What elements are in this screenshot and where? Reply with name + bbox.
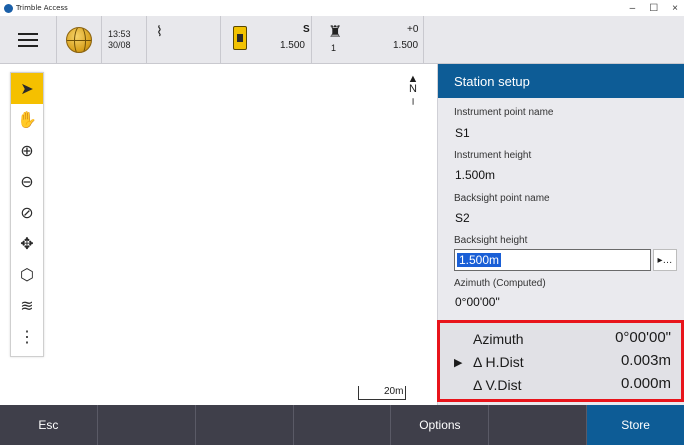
store-button[interactable]: Store [587,405,684,445]
power-status[interactable]: ⌇ [147,16,221,63]
backsight-height-selected-text: 1.500m [457,253,502,267]
more-vertical-icon: ⋮ [19,328,35,346]
map-toolbar: ➤ ✋ ⊕ ⊖ ⊘ ✥ ⬡ ≋ ⋮ [10,72,44,357]
instrument-height-value[interactable]: 1.500m [455,168,495,182]
instrument-height-label: Instrument height [454,150,532,161]
cube-icon: ⬡ [20,266,34,284]
layers-tool[interactable]: ≋ [11,290,43,321]
backsight-height-options-button[interactable]: ▸… [653,249,677,271]
app-icon [4,3,13,13]
options-button[interactable]: Options [391,405,490,445]
softkey-empty-3[interactable] [294,405,392,445]
instrument-status[interactable]: S 1.500 [221,16,312,63]
map-view[interactable] [0,64,437,405]
measurement-readout: Azimuth 0°00'00" ▶ Δ H.Dist 0.003m Δ V.D… [437,320,684,402]
window-controls: – ☐ × [630,0,678,16]
instrument-point-value[interactable]: S1 [455,126,470,140]
time-text: 13:53 [108,28,131,39]
backsight-point-label: Backsight point name [454,193,550,204]
softkey-empty-1[interactable] [98,405,196,445]
hamburger-icon [18,32,38,47]
panel-title: Station setup [438,64,684,98]
softkey-bar: Esc Options Store [0,405,684,445]
hdist-row[interactable]: ▶ Δ H.Dist 0.003m [440,352,681,374]
date-text: 30/08 [108,39,131,50]
north-arrow: ▲ N ╷ [406,74,420,105]
prism-icon: ♜ [328,24,343,41]
play-more-icon: ▸… [657,254,673,266]
current-row-arrow-icon: ▶ [454,357,463,369]
globe-icon [66,26,92,53]
clock: 13:53 30/08 [102,16,147,63]
zoom-in-icon: ⊕ [20,142,34,160]
instrument-face: S [303,24,310,35]
more-tool[interactable]: ⋮ [11,321,43,352]
vdist-value: 0.000m [620,375,671,392]
total-station-icon [233,26,247,50]
softkey-empty-2[interactable] [196,405,294,445]
zoom-out-tool[interactable]: ⊖ [11,166,43,197]
layers-icon: ≋ [20,297,34,315]
azimuth-row: Azimuth 0°00'00" [440,329,681,351]
zoom-extents-icon: ⊘ [20,204,34,222]
zoom-in-tool[interactable]: ⊕ [11,135,43,166]
backsight-point-value[interactable]: S2 [455,211,470,225]
maximize-button[interactable]: ☐ [649,3,658,14]
power-plug-icon: ⌇ [156,23,163,39]
azimuth-label: Azimuth [473,331,524,347]
close-button[interactable]: × [672,3,678,14]
instrument-point-label: Instrument point name [454,107,554,118]
esc-button[interactable]: Esc [0,405,98,445]
menu-button[interactable] [0,16,57,63]
select-tool[interactable]: ➤ [11,73,43,104]
prism-height: 1.500 [393,40,419,51]
arrow-pointer-icon: ➤ [20,80,34,98]
pan-tool[interactable]: ✋ [11,104,43,135]
orbit-icon: ✥ [20,235,34,253]
prism-constant: +0 [407,24,419,35]
backsight-height-input[interactable]: 1.500m [454,249,651,271]
prism-id: 1 [331,43,337,53]
scale-label: 20m [384,386,404,397]
hdist-value: 0.003m [620,352,671,369]
azimuth-computed-label: Azimuth (Computed) [454,278,546,289]
zoom-out-icon: ⊖ [20,173,34,191]
minimize-button[interactable]: – [630,3,636,14]
azimuth-computed-value: 0°00'00" [455,295,500,309]
gnss-status[interactable] [57,16,102,63]
backsight-height-label: Backsight height [454,235,528,246]
orbit-tool[interactable]: ✥ [11,228,43,259]
view-3d-tool[interactable]: ⬡ [11,259,43,290]
instrument-height: 1.500 [279,40,305,51]
softkey-empty-4[interactable] [489,405,588,445]
zoom-extents-tool[interactable]: ⊘ [11,197,43,228]
vdist-label: Δ V.Dist [473,377,522,393]
target-status[interactable]: ♜ 1 +0 1.500 [312,16,424,63]
window-titlebar: Trimble Access – ☐ × [0,0,684,16]
vdist-row: Δ V.Dist 0.000m [440,375,681,397]
hdist-label: Δ H.Dist [473,354,524,370]
hand-icon: ✋ [17,111,37,129]
status-bar: 13:53 30/08 ⌇ S 1.500 ♜ 1 +0 1.500 [0,16,684,64]
window-title: Trimble Access [16,4,68,12]
azimuth-value: 0°00'00" [615,329,671,346]
north-tick: ╷ [409,93,417,105]
